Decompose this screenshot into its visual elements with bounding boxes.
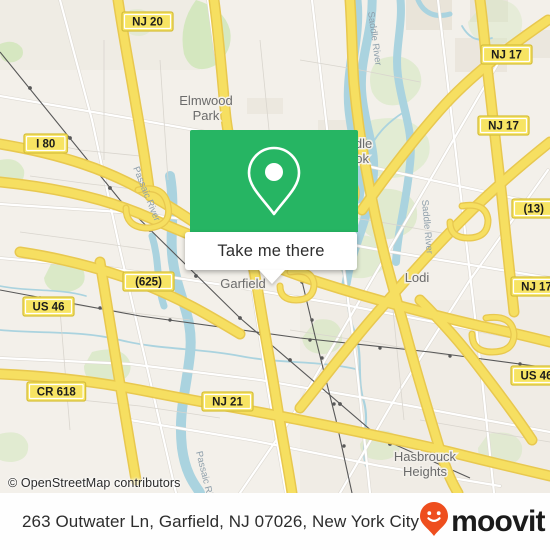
take-me-there-button[interactable]: Take me there bbox=[185, 232, 357, 284]
svg-text:US 46: US 46 bbox=[33, 302, 65, 314]
map-screenshot: .rd-maj{stroke:#f6df61;stroke-linecap:ro… bbox=[0, 0, 550, 550]
route-shield: NJ 17 bbox=[480, 44, 533, 65]
route-shield: NJ 20 bbox=[121, 11, 174, 32]
svg-text:NJ 17: NJ 17 bbox=[488, 121, 519, 133]
route-shield: (13) bbox=[511, 198, 550, 219]
route-shield: US 46 bbox=[22, 296, 75, 317]
address-text: 263 Outwater Ln, Garfield, NJ 07026, New… bbox=[22, 511, 420, 531]
take-me-there-label: Take me there bbox=[217, 241, 325, 260]
svg-text:NJ 17: NJ 17 bbox=[521, 282, 550, 294]
svg-text:I 80: I 80 bbox=[36, 139, 55, 151]
location-callout-card[interactable]: Take me there bbox=[185, 130, 362, 284]
moovit-logo[interactable]: moovit bbox=[419, 501, 545, 542]
svg-text:NJ 17: NJ 17 bbox=[491, 50, 522, 62]
route-shield: NJ 17 bbox=[477, 115, 530, 136]
footer-bar: 263 Outwater Ln, Garfield, NJ 07026, New… bbox=[0, 493, 550, 550]
route-shield: (625) bbox=[122, 271, 175, 292]
location-pin-icon bbox=[190, 130, 358, 232]
svg-text:NJ 20: NJ 20 bbox=[132, 17, 163, 29]
svg-text:US 46: US 46 bbox=[521, 371, 550, 383]
svg-text:(625): (625) bbox=[135, 277, 162, 289]
moovit-smile-pin-icon bbox=[419, 501, 449, 542]
route-shield: I 80 bbox=[23, 133, 69, 154]
map-place-label: Lodi bbox=[405, 270, 430, 285]
route-shield: CR 618 bbox=[26, 381, 87, 402]
moovit-wordmark: moovit bbox=[451, 504, 545, 538]
route-shield: US 46 bbox=[510, 365, 550, 386]
svg-text:NJ 21: NJ 21 bbox=[212, 397, 243, 409]
route-shield: NJ 17 bbox=[510, 276, 550, 297]
callout-tail bbox=[259, 270, 285, 284]
svg-text:(13): (13) bbox=[523, 204, 544, 216]
card-media-panel bbox=[190, 130, 358, 232]
svg-text:CR 618: CR 618 bbox=[37, 387, 77, 399]
route-shield: NJ 21 bbox=[201, 391, 254, 412]
osm-attribution[interactable]: © OpenStreetMap contributors bbox=[8, 476, 181, 490]
